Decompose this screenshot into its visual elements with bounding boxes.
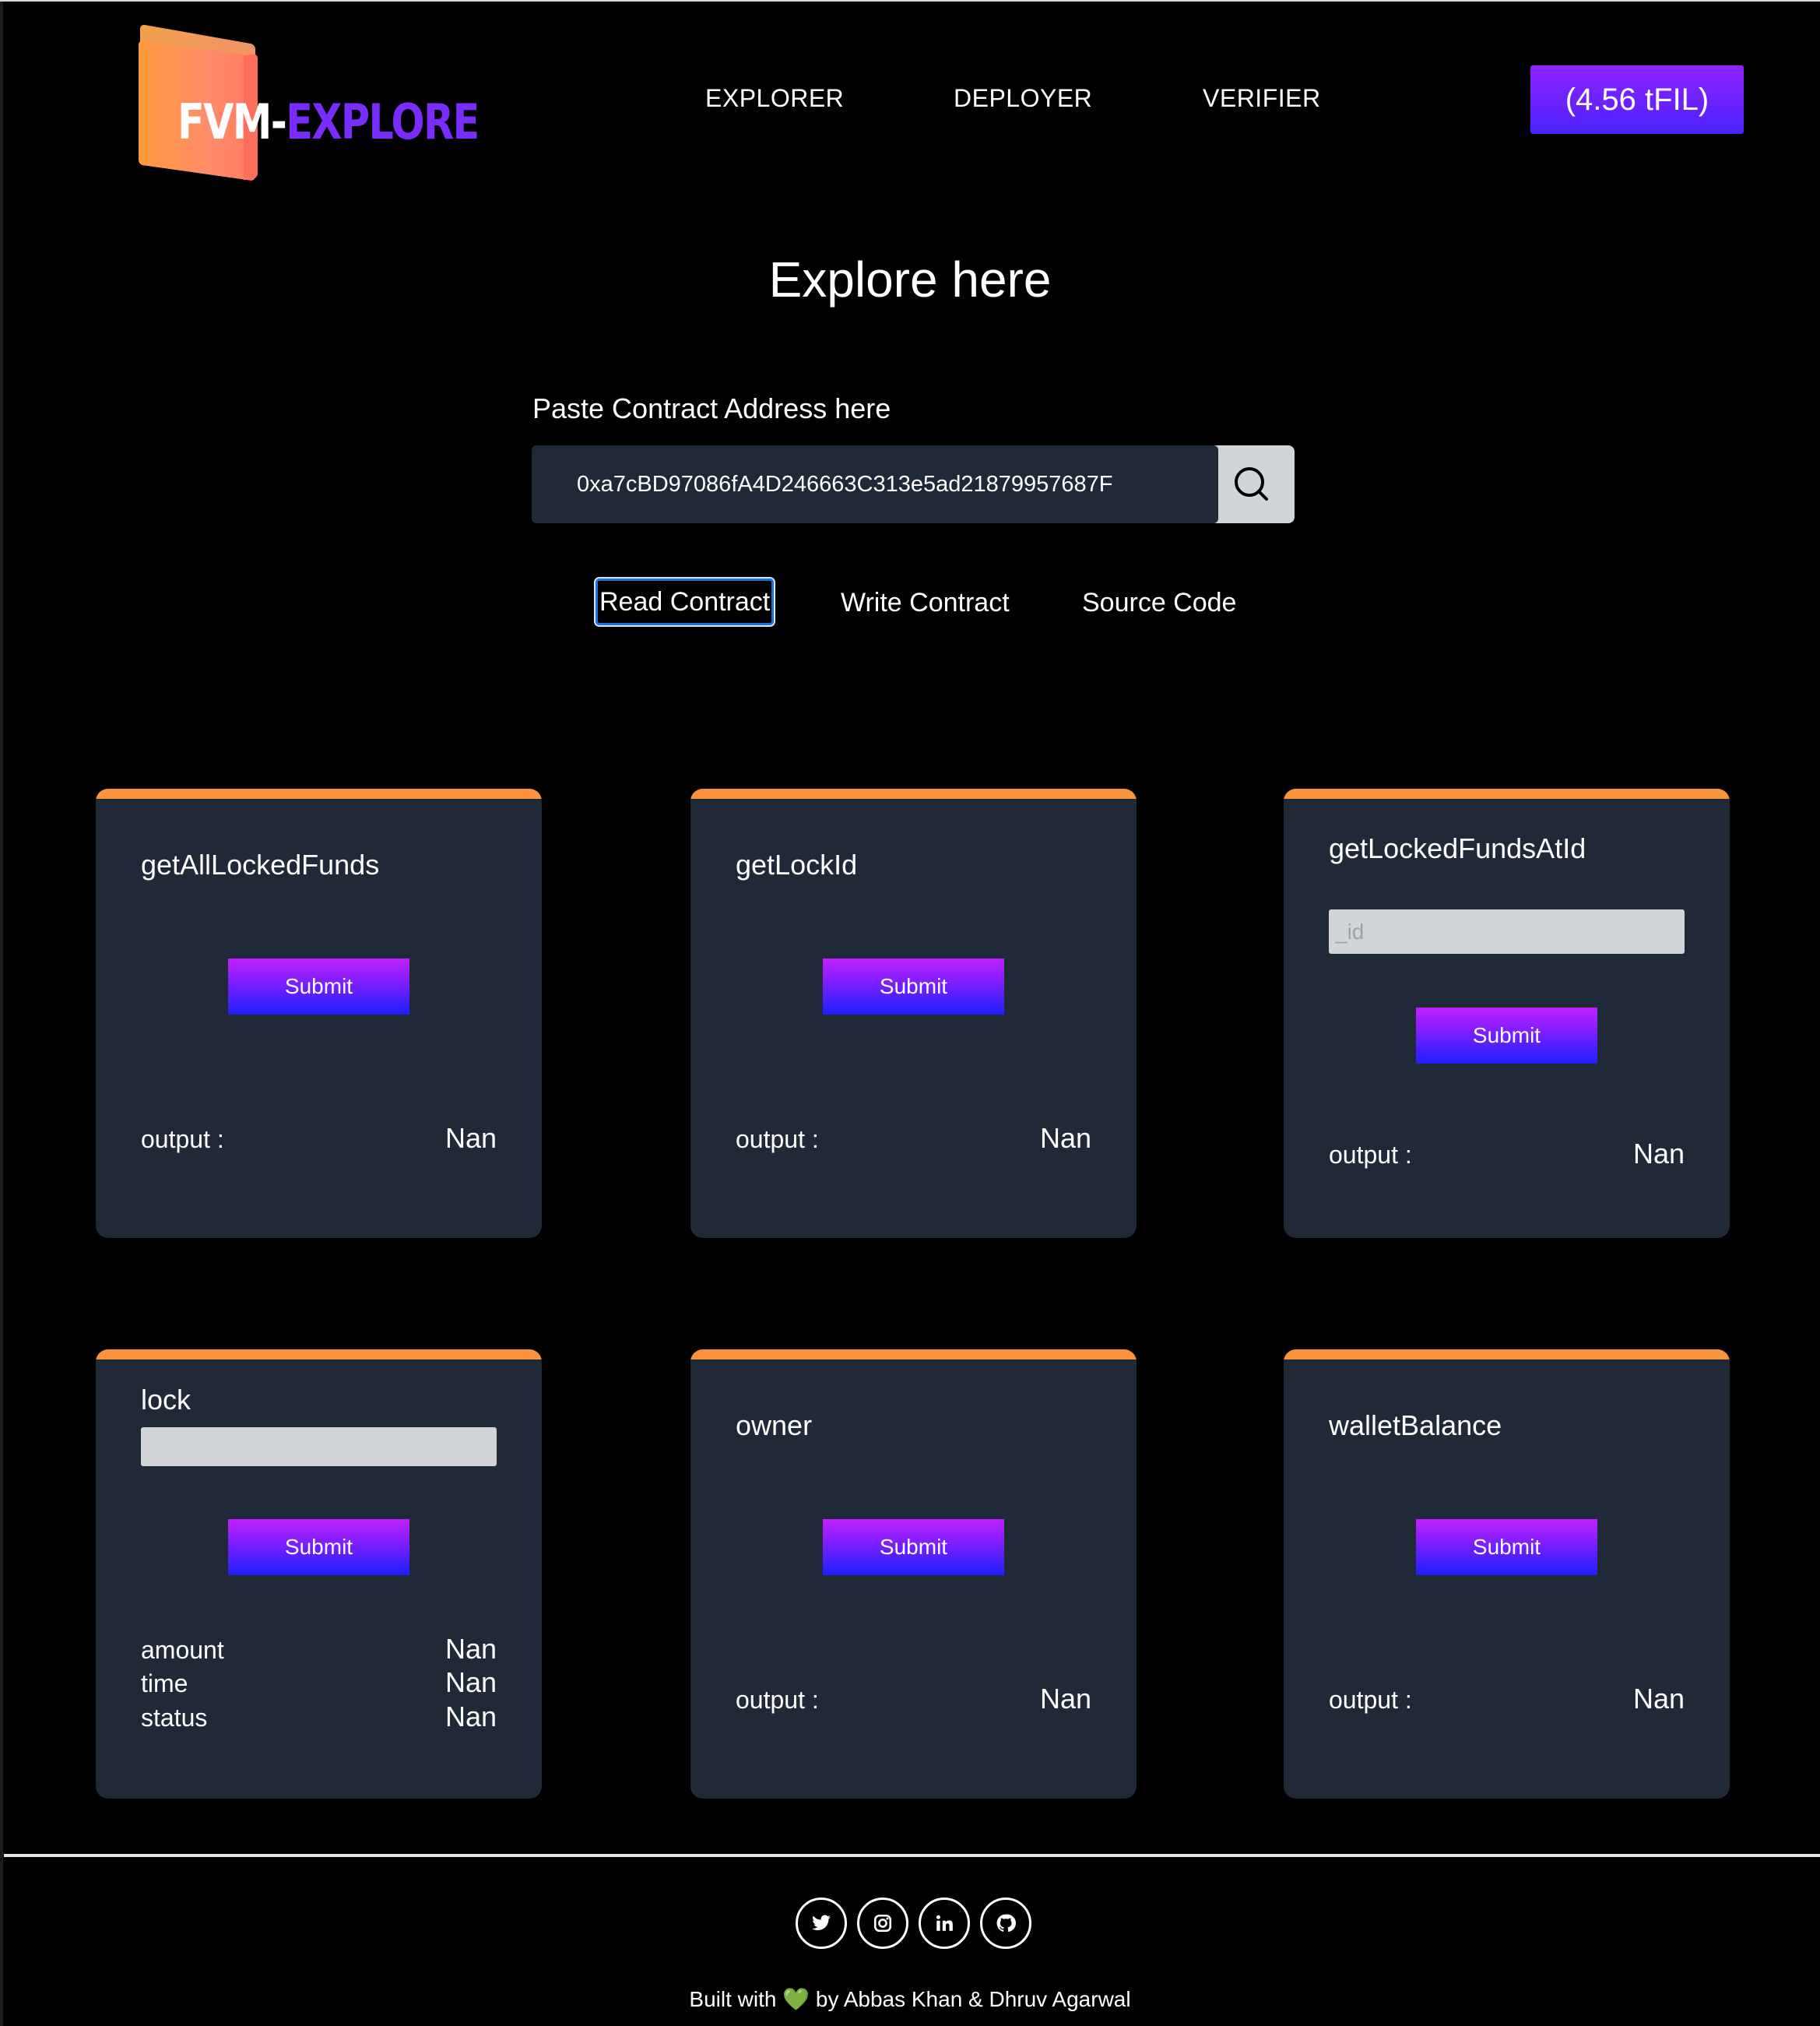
- linkedin-icon: [936, 1915, 953, 1931]
- footer-divider: [4, 1854, 1820, 1857]
- tab-write-contract[interactable]: Write Contract: [839, 582, 1011, 623]
- search-button[interactable]: [1210, 445, 1295, 523]
- card-title: owner: [736, 1409, 813, 1441]
- output-value-time: Nan: [444, 1666, 497, 1698]
- github-link[interactable]: [980, 1898, 1031, 1949]
- nav-deployer[interactable]: DEPLOYER: [954, 84, 1092, 113]
- lock-input[interactable]: [141, 1427, 497, 1466]
- submit-button[interactable]: Submit: [228, 1519, 409, 1575]
- nav-explorer[interactable]: EXPLORER: [705, 84, 844, 113]
- contract-address-input[interactable]: [532, 445, 1218, 523]
- submit-button[interactable]: Submit: [823, 1519, 1004, 1575]
- output-label: output :: [736, 1125, 819, 1153]
- credit-prefix: Built with: [689, 1987, 777, 2011]
- function-card-getAllLockedFunds: getAllLockedFunds Submit output : Nan: [96, 789, 542, 1238]
- output-value-amount: Nan: [444, 1633, 497, 1665]
- id-input[interactable]: [1329, 909, 1685, 954]
- card-title: getLockedFundsAtId: [1329, 832, 1586, 864]
- logo-text-explore: EXPLORE: [286, 93, 480, 150]
- function-card-getLockId: getLockId Submit output : Nan: [690, 789, 1137, 1238]
- instagram-link[interactable]: [857, 1898, 908, 1949]
- submit-button[interactable]: Submit: [823, 958, 1004, 1015]
- card-title: lock: [141, 1384, 191, 1416]
- output-value: Nan: [444, 1122, 497, 1154]
- output-value: Nan: [1632, 1138, 1685, 1170]
- github-icon: [996, 1914, 1016, 1933]
- search-icon: [1235, 467, 1268, 501]
- submit-button[interactable]: Submit: [228, 958, 409, 1015]
- card-title: getAllLockedFunds: [141, 849, 380, 881]
- logo-text: FVM-EXPLORE: [177, 98, 480, 146]
- output-label-amount: amount: [141, 1636, 224, 1664]
- tab-source-code[interactable]: Source Code: [1080, 582, 1238, 623]
- footer-credit: Built with 💚 by Abbas Khan & Dhruv Agarw…: [0, 1986, 1820, 2012]
- output-value-status: Nan: [444, 1701, 497, 1732]
- output-label: output :: [1329, 1141, 1412, 1169]
- output-value: Nan: [1632, 1683, 1685, 1715]
- card-title: walletBalance: [1329, 1409, 1502, 1441]
- output-value: Nan: [1039, 1683, 1091, 1715]
- window-top-border: [0, 0, 1820, 2]
- card-title: getLockId: [736, 849, 858, 881]
- function-card-walletBalance: walletBalance Submit output : Nan: [1284, 1349, 1730, 1799]
- submit-button[interactable]: Submit: [1416, 1008, 1597, 1064]
- output-value: Nan: [1039, 1122, 1091, 1154]
- function-card-lock: lock Submit amount Nan time Nan status N…: [96, 1349, 542, 1799]
- address-label: Paste Contract Address here: [532, 392, 891, 424]
- brand-logo[interactable]: FVM-EXPLORE: [139, 23, 480, 181]
- linkedin-link[interactable]: [919, 1898, 970, 1949]
- address-search: [532, 445, 1295, 523]
- page-title: Explore here: [768, 251, 1052, 308]
- output-label-time: time: [141, 1669, 188, 1697]
- function-card-owner: owner Submit output : Nan: [690, 1349, 1137, 1799]
- wallet-balance-button[interactable]: (4.56 tFIL): [1530, 65, 1744, 134]
- heart-icon: 💚: [782, 1987, 810, 2011]
- instagram-icon: [873, 1914, 892, 1933]
- output-label: output :: [1329, 1686, 1412, 1714]
- output-label: output :: [736, 1686, 819, 1714]
- tab-read-contract[interactable]: Read Contract: [596, 579, 775, 625]
- function-card-getLockedFundsAtId: getLockedFundsAtId Submit output : Nan: [1284, 789, 1730, 1238]
- credit-authors: by Abbas Khan & Dhruv Agarwal: [815, 1987, 1131, 2011]
- twitter-link[interactable]: [796, 1898, 847, 1949]
- submit-button[interactable]: Submit: [1416, 1519, 1597, 1575]
- logo-text-dash: -: [270, 93, 287, 150]
- nav-verifier[interactable]: VERIFIER: [1203, 84, 1321, 113]
- output-label-status: status: [141, 1704, 208, 1732]
- output-label: output :: [141, 1125, 224, 1153]
- twitter-icon: [812, 1915, 831, 1930]
- logo-text-fvm: FVM: [177, 93, 272, 150]
